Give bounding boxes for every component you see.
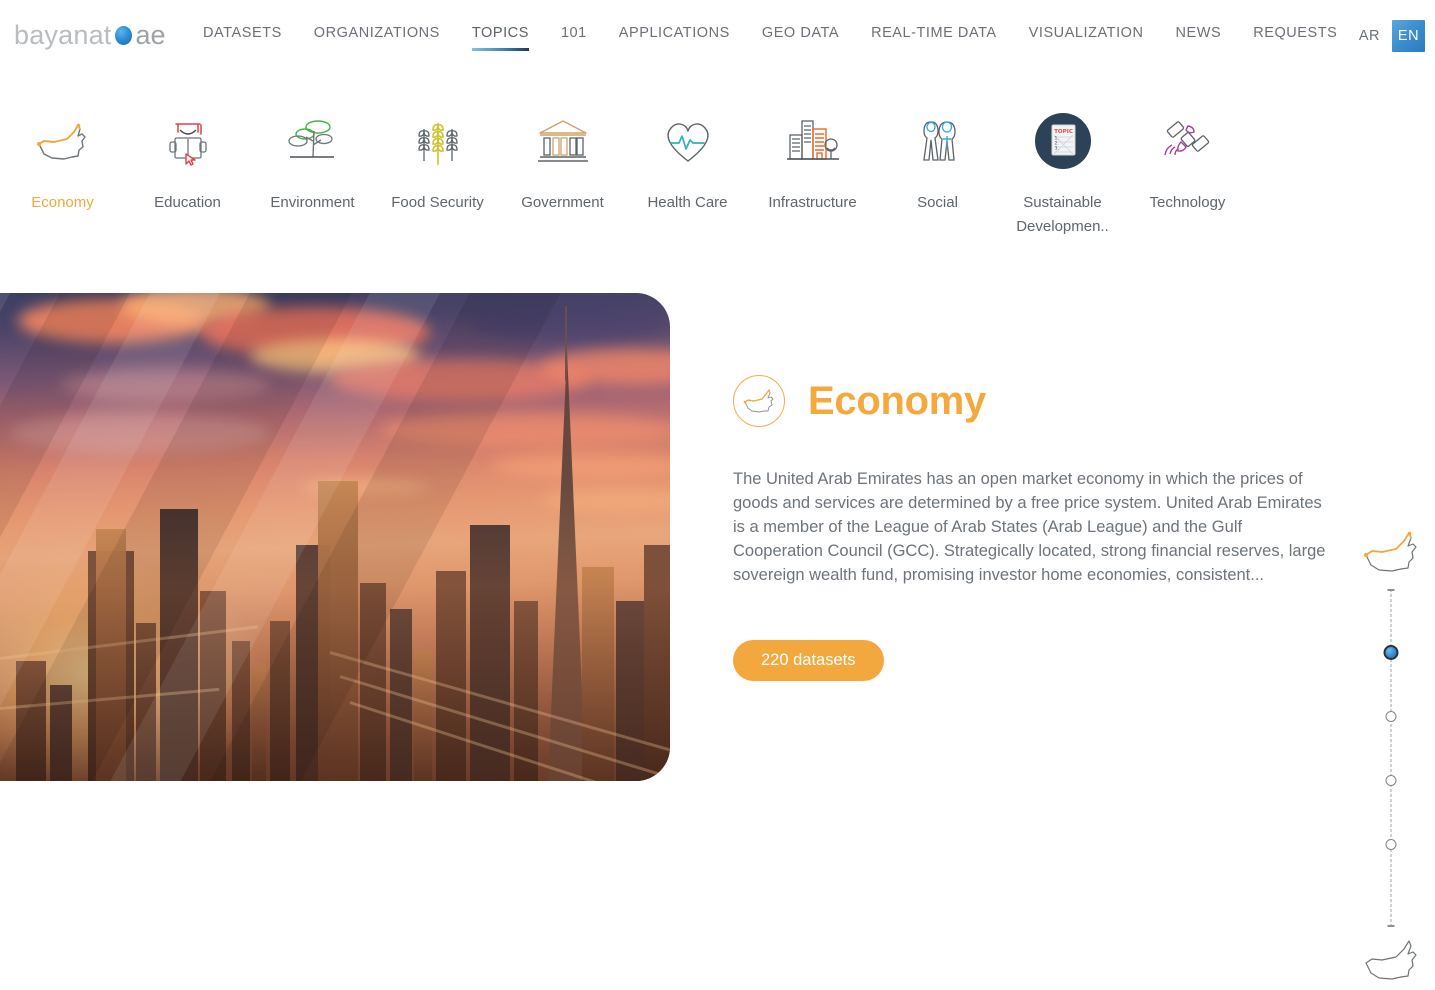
language-option-ar[interactable]: AR (1359, 28, 1380, 44)
site-header: bayanat ae DATASETS ORGANIZATIONS TOPICS… (0, 0, 1435, 71)
city-buildings-icon (782, 110, 844, 172)
nav-item-visualization[interactable]: VISUALIZATION (1029, 25, 1144, 57)
datasets-count-button[interactable]: 220 datasets (733, 640, 884, 681)
uae-map-highlight-icon (1360, 525, 1422, 577)
topic-label: Environment (270, 194, 355, 211)
page-title: Economy (808, 379, 986, 423)
topic-label: Social (917, 194, 958, 211)
carousel-dashed-line (1390, 589, 1392, 927)
topic-label: Infrastructure (768, 194, 857, 211)
topic-item-technology[interactable]: Technology (1125, 110, 1250, 270)
heart-pulse-icon (657, 110, 719, 172)
nav-item-topics[interactable]: TOPICS (471, 25, 529, 57)
language-switcher: AR EN (1359, 20, 1425, 52)
topic-document-circle-icon: TOPIC 1. 2. 3. (1032, 110, 1094, 172)
svg-text:TOPIC: TOPIC (1054, 129, 1073, 135)
logo-wordmark: bayanat (14, 20, 112, 50)
topic-item-sustainable-development[interactable]: TOPIC 1. 2. 3. Sustainable Developmen.. (1000, 110, 1125, 270)
carousel-dot-4[interactable] (1385, 839, 1397, 850)
topic-description: The United Arab Emirates has an open mar… (733, 470, 1326, 584)
nav-item-real-time-data[interactable]: REAL-TIME DATA (871, 25, 997, 57)
hero-image-dubai-skyline (0, 293, 670, 781)
classical-building-icon (532, 110, 594, 172)
topic-label: Economy (31, 194, 94, 211)
light-ray-overlay (0, 293, 670, 781)
topic-label: Sustainable Developmen.. (1016, 194, 1109, 235)
carousel-dot-1[interactable] (1383, 645, 1399, 660)
uae-map-circle-icon (733, 375, 785, 427)
topic-item-environment[interactable]: Environment (250, 110, 375, 270)
topic-item-health-care[interactable]: Health Care (625, 110, 750, 270)
nav-item-organizations[interactable]: ORGANIZATIONS (314, 25, 440, 57)
carousel-dot-2[interactable] (1385, 711, 1397, 722)
blue-dot-icon (115, 25, 133, 45)
topic-item-food-security[interactable]: Food Security (375, 110, 500, 270)
hero-title-row: Economy (733, 373, 1353, 429)
nav-item-news[interactable]: NEWS (1176, 25, 1222, 57)
graduation-book-icon (157, 110, 219, 172)
uae-map-outline-icon (1360, 933, 1422, 985)
hero-section: Economy The United Arab Emirates has an … (0, 293, 1435, 980)
topic-label: Food Security (391, 194, 484, 211)
topic-label: Technology (1149, 194, 1226, 211)
topic-label: Education (154, 194, 221, 211)
nav-item-101[interactable]: 101 (561, 25, 587, 57)
topic-item-government[interactable]: Government (500, 110, 625, 270)
satellite-icon (1157, 110, 1219, 172)
wheat-icon (407, 110, 469, 172)
svg-text:3.: 3. (1054, 146, 1058, 152)
carousel-track-cap-top (1387, 589, 1395, 591)
topic-item-infrastructure[interactable]: Infrastructure (750, 110, 875, 270)
topic-label: Health Care (647, 194, 728, 211)
uae-map-icon (32, 110, 94, 172)
topic-item-education[interactable]: Education (125, 110, 250, 270)
carousel-track-cap-bottom (1387, 925, 1395, 927)
tree-icon (282, 110, 344, 172)
language-option-en[interactable]: EN (1392, 20, 1425, 52)
nav-item-datasets[interactable]: DATASETS (203, 25, 282, 57)
main-navigation: DATASETS ORGANIZATIONS TOPICS 101 APPLIC… (203, 25, 1337, 57)
nav-item-requests[interactable]: REQUESTS (1253, 25, 1337, 57)
vertical-carousel (1351, 525, 1431, 985)
topic-label: Government (521, 194, 604, 211)
nav-item-geo-data[interactable]: GEO DATA (762, 25, 839, 57)
topic-item-economy[interactable]: Economy (0, 110, 125, 270)
carousel-track (1381, 589, 1401, 927)
topic-strip: Economy Education Environment Food Secur… (0, 110, 1435, 270)
nav-item-applications[interactable]: APPLICATIONS (619, 25, 730, 57)
logo-suffix: ae (135, 20, 166, 50)
site-logo[interactable]: bayanat ae (14, 20, 166, 50)
two-people-icon (907, 110, 969, 172)
hero-content: Economy The United Arab Emirates has an … (733, 373, 1353, 681)
topic-item-social[interactable]: Social (875, 110, 1000, 270)
